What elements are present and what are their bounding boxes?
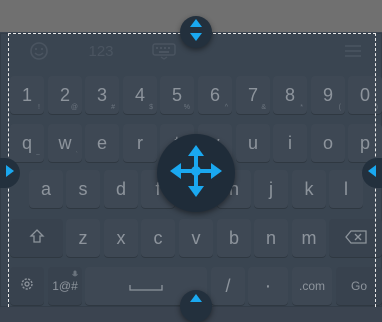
key-6[interactable]: 6 ^ (198, 76, 232, 114)
key-r[interactable]: r (123, 124, 157, 162)
dotcom-key[interactable]: .com (292, 267, 332, 305)
shift-key[interactable] (10, 219, 63, 257)
top-resize-handle[interactable] (180, 16, 212, 48)
space-bar-icon (129, 276, 163, 297)
key-b[interactable]: b (217, 219, 251, 257)
emoji-icon[interactable] (28, 39, 50, 63)
settings-key[interactable] (10, 267, 44, 305)
key-2[interactable]: 2 @ (48, 76, 82, 114)
key-z[interactable]: z (66, 219, 100, 257)
bottom-resize-handle[interactable] (180, 290, 212, 322)
key-n[interactable]: n (254, 219, 288, 257)
key-o[interactable]: o (311, 124, 345, 162)
key-x[interactable]: x (104, 219, 138, 257)
key-p[interactable]: p (348, 124, 382, 162)
move-handle[interactable] (157, 134, 235, 212)
left-arrow-icon (367, 164, 377, 183)
resize-vertical-icon (188, 18, 204, 47)
key-7[interactable]: 7 & (236, 76, 270, 114)
keyboard-icon[interactable] (150, 39, 178, 63)
right-arrow-icon (5, 164, 15, 183)
key-c[interactable]: c (141, 219, 175, 257)
key-q[interactable]: q ~ (10, 124, 44, 162)
move-arrows-icon (168, 143, 224, 204)
key-l[interactable]: l (329, 170, 363, 208)
key-slash[interactable]: / (211, 267, 245, 305)
key-a[interactable]: a (29, 170, 63, 208)
numbers-button[interactable]: 123 (86, 39, 116, 63)
up-arrow-icon (188, 290, 204, 308)
dot-icon: · (264, 275, 272, 297)
key-u[interactable]: u (236, 124, 270, 162)
key-m[interactable]: m (292, 219, 326, 257)
key-dot[interactable]: · (248, 267, 288, 305)
key-1[interactable]: 1! (10, 76, 44, 114)
key-w[interactable]: w ` (48, 124, 82, 162)
key-k[interactable]: k (292, 170, 326, 208)
key-e[interactable]: e (85, 124, 119, 162)
key-3[interactable]: 3 # (85, 76, 119, 114)
go-key[interactable]: Go (336, 267, 382, 305)
key-5[interactable]: 5% (160, 76, 194, 114)
backspace-key[interactable] (329, 219, 382, 257)
key-4[interactable]: 4 $ (123, 76, 157, 114)
key-s[interactable]: s (66, 170, 100, 208)
menu-icon[interactable] (342, 39, 364, 63)
key-j[interactable]: j (254, 170, 288, 208)
key-d[interactable]: d (104, 170, 138, 208)
key-8[interactable]: 8 * (273, 76, 307, 114)
key-v[interactable]: v (179, 219, 213, 257)
mic-icon (72, 270, 78, 281)
key-9[interactable]: 9( (311, 76, 345, 114)
symbols-key[interactable]: 1@# (48, 267, 82, 305)
backspace-icon (344, 228, 367, 249)
shift-icon (28, 228, 45, 249)
gear-icon (19, 276, 35, 297)
key-0[interactable]: 0) (348, 76, 382, 114)
key-i[interactable]: i (273, 124, 307, 162)
